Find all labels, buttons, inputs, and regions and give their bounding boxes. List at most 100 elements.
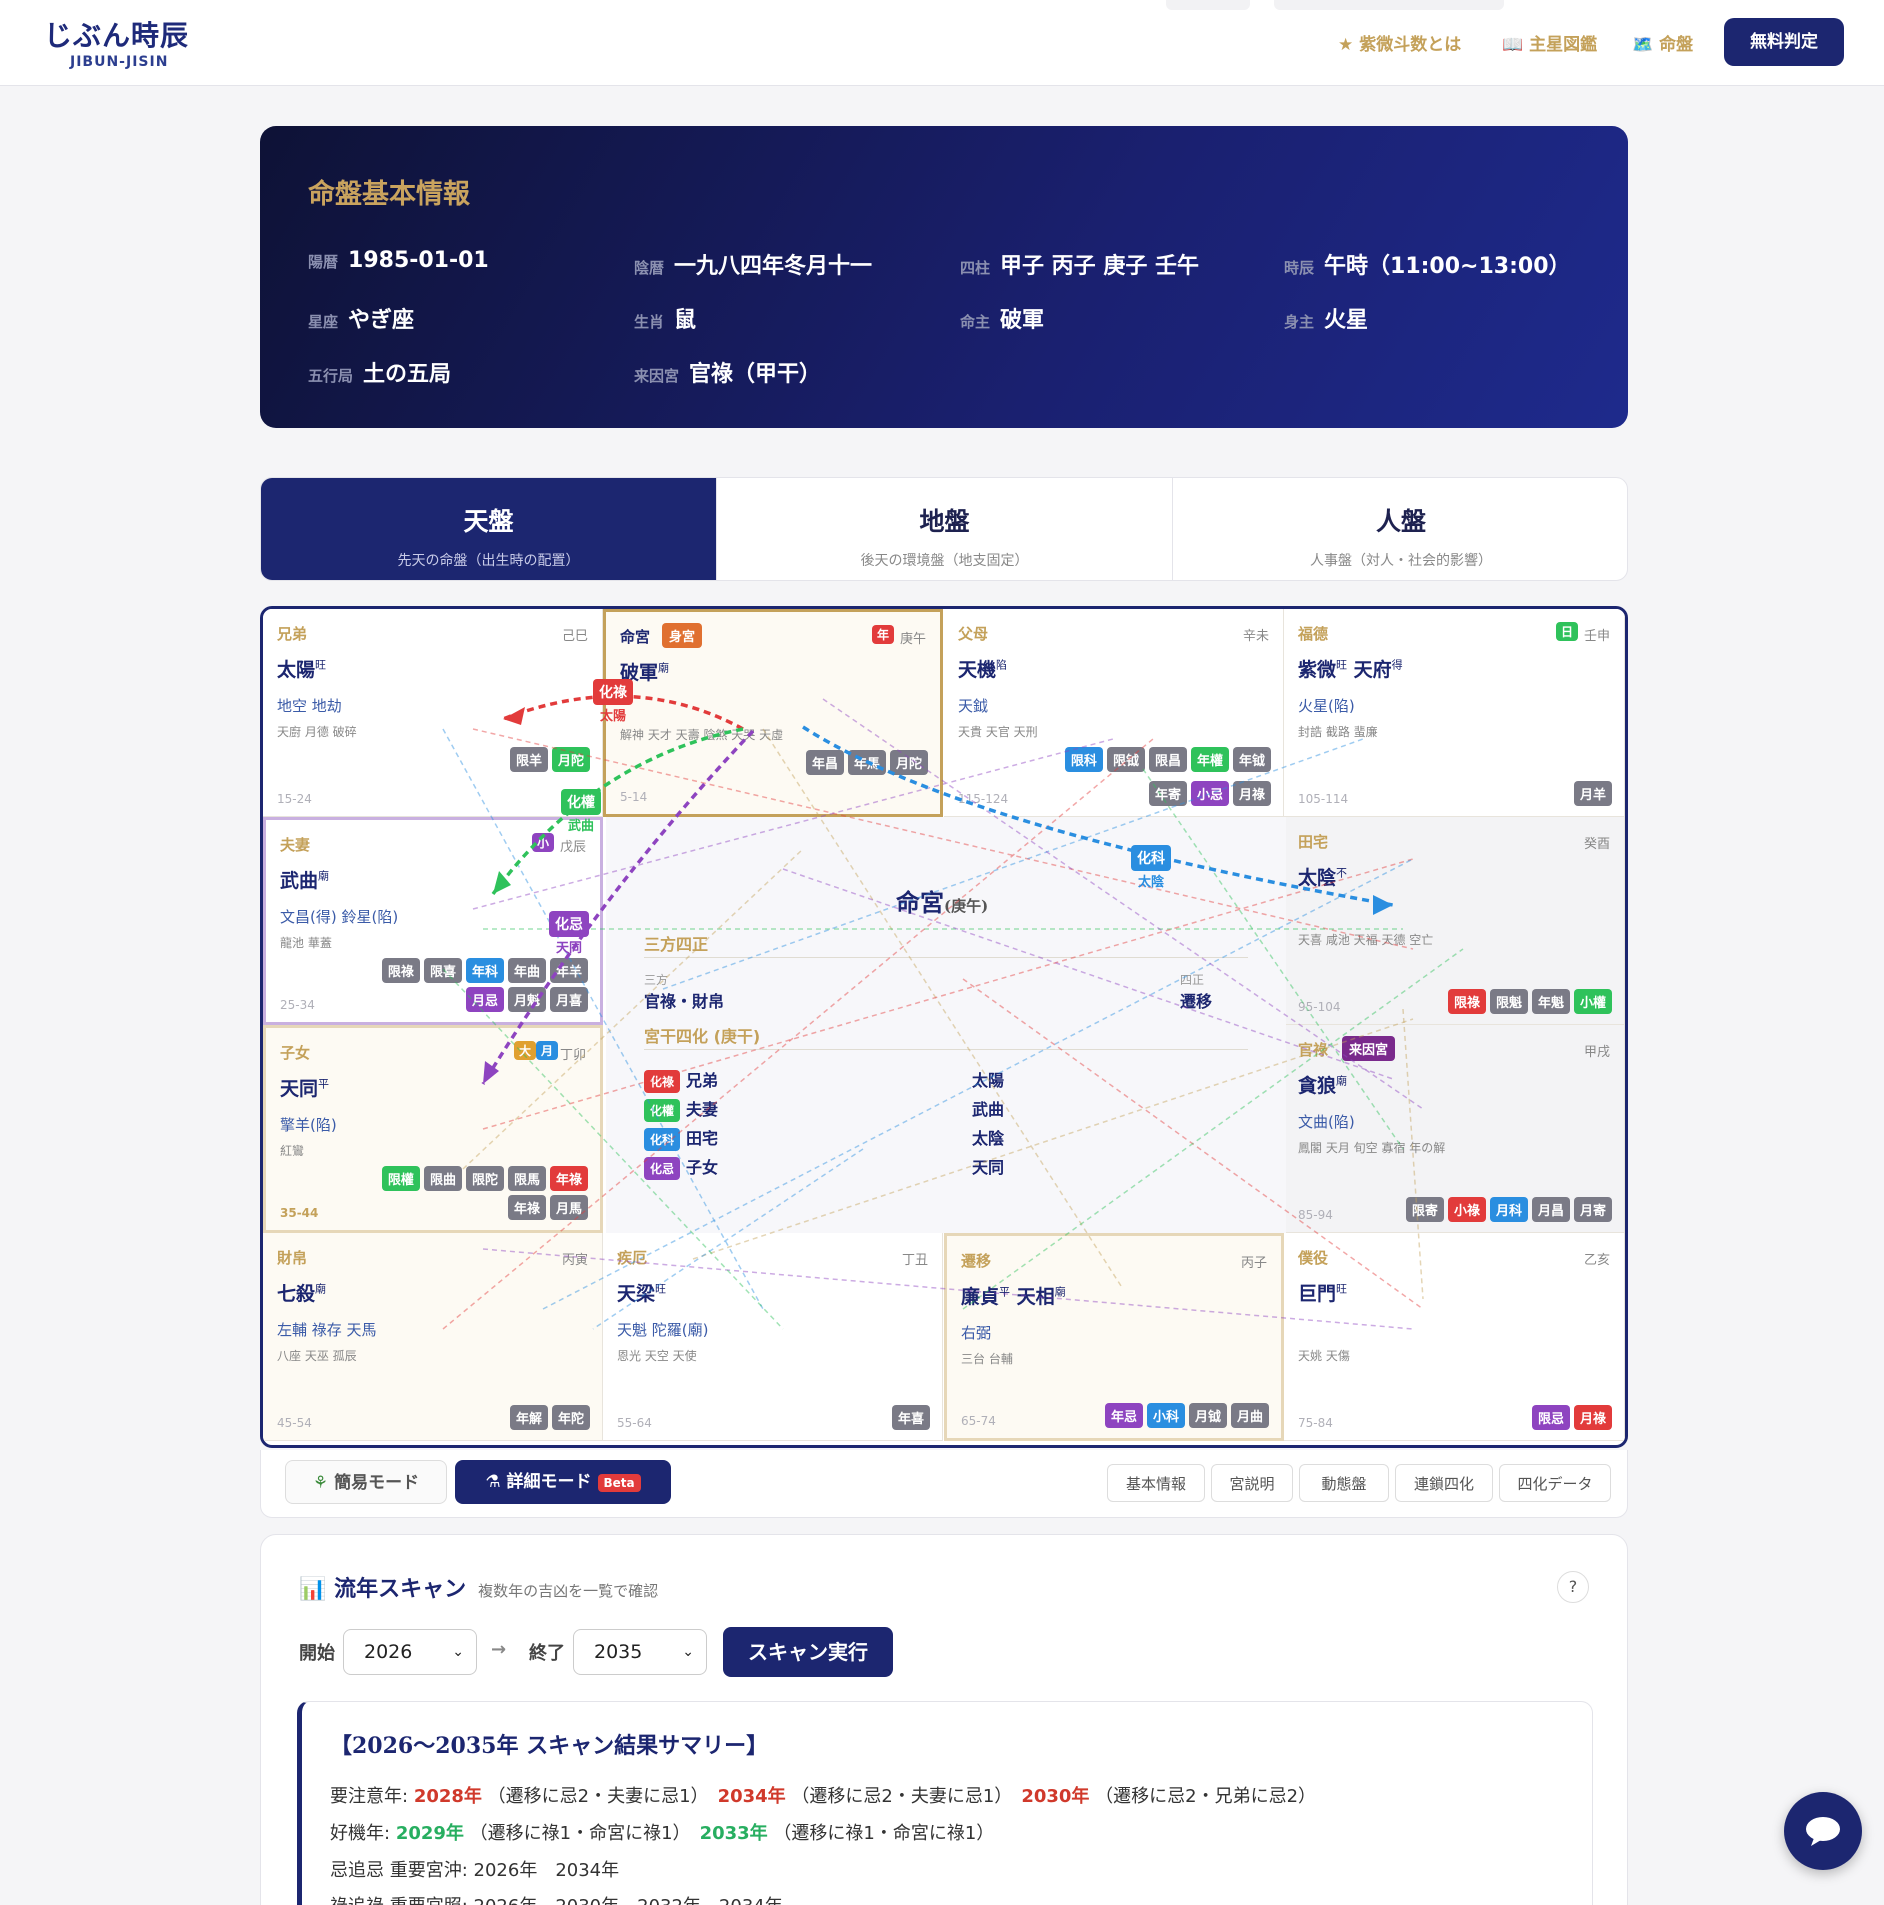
chevron-down-icon: ⌄ <box>682 1644 694 1660</box>
nav-star-guide[interactable]: 📖 主星図鑑 <box>1502 30 1603 55</box>
sihua-entry: 化祿 兄弟 <box>644 1067 718 1093</box>
section-palace-desc[interactable]: 宮説明 <box>1211 1464 1293 1502</box>
help-button[interactable]: ? <box>1557 1571 1589 1603</box>
palace-11[interactable]: 遷移 丙子 廉貞平 天相廟 右弼 三台 台輔 65-74 年忌 小科 月钺 月曲 <box>944 1233 1284 1441</box>
palace-3[interactable]: 父母 辛未 天機陷 天鉞 天貴 天官 天刑 115-124 限科 限钺 限昌 年權 年钺 年寄 小忌 月祿 <box>944 609 1284 817</box>
transform-tag: 月祿 <box>1573 1405 1612 1430</box>
corner-badge: 月 <box>535 1041 558 1060</box>
palace-name: 僕役 <box>1298 1249 1329 1267</box>
tag-row: 年解 年陀 <box>506 1405 590 1430</box>
divider <box>644 957 1248 958</box>
palace-12[interactable]: 僕役 乙亥 巨門旺 天姚 天傷 75-84 限忌 月祿 <box>1284 1233 1625 1441</box>
transform-tag: 年祿 <box>507 1195 546 1220</box>
tab-tenban[interactable]: 天盤 先天の命盤（出生時の配置） <box>261 478 717 580</box>
nav-chart[interactable]: 🗺️ 命盤 <box>1632 30 1699 55</box>
minor-stars: 右弼 <box>961 1324 992 1342</box>
transform-tag: 限陀 <box>465 1166 504 1191</box>
transform-tag: 小祿 <box>1447 1197 1486 1222</box>
section-dynamic[interactable]: 動態盤 <box>1299 1464 1389 1502</box>
palace-8[interactable]: 官祿 来因宮 甲戌 貪狼廟 文曲(陷) 鳳閣 天月 旬空 寡宿 年の解 85-94 限寄 小祿月… <box>1284 1025 1625 1233</box>
nav-about[interactable]: ★ 紫微斗数とは <box>1338 30 1467 55</box>
ganzhi: 己巳 <box>561 629 588 644</box>
palace-10[interactable]: 疾厄 丁丑 天梁旺 天魁 陀羅(廟) 恩光 天空 天使 55-64 年喜 <box>603 1233 943 1441</box>
run-scan-button[interactable]: スキャン実行 <box>723 1627 893 1677</box>
misc-stars: 八座 天巫 孤辰 <box>277 1349 357 1363</box>
chat-button[interactable] <box>1784 1792 1862 1870</box>
info-field: 来因宮 官祿（甲干） <box>634 362 822 387</box>
major-stars: 天梁旺 <box>617 1282 667 1305</box>
palace-9[interactable]: 財帛 丙寅 七殺廟 左輔 祿存 天馬 八座 天巫 孤辰 45-54 年解 年陀 <box>263 1233 603 1441</box>
sanfang-value: 三方 官祿・財帛 <box>644 973 725 1011</box>
major-stars: 太陽旺 <box>277 658 327 681</box>
ganzhi: 丙寅 <box>561 1253 588 1268</box>
ganzhi: 庚午 <box>899 632 926 647</box>
end-year-select[interactable]: 2035 ⌄ <box>573 1629 707 1675</box>
tab-chiban[interactable]: 地盤 後天の環境盤（地支固定） <box>717 478 1173 580</box>
good-years: 好機年: 2029年 （遷移に祿1・命宮に祿1） 2033年 （遷移に祿1・命宮… <box>330 1823 995 1844</box>
summary-title: 【2026〜2035年 スキャン結果サマリー】 <box>330 1733 769 1759</box>
minor-stars: 文昌(得) 鈴星(陷) <box>280 908 399 926</box>
section-sihua-data[interactable]: 四化データ <box>1499 1464 1611 1502</box>
tag-row: 限寄 小祿 月科 月昌 月寄 <box>1402 1197 1612 1222</box>
info-field: 生肖鼠 <box>634 308 697 333</box>
ganzhi: 甲戌 <box>1583 1045 1610 1060</box>
lu-chase-line: 祿追祿 重要宮照: 2026年 2030年 2032年 2034年 <box>330 1892 783 1905</box>
transform-tag: 小權 <box>1573 989 1612 1014</box>
palace-7[interactable]: 子女 大月丁卯 天同平 擎羊(陷) 紅鸞 35-44 限權 限曲 限陀 限馬 年祿 年祿 月馬 <box>263 1025 603 1233</box>
palace-2[interactable]: 命宮 身宮年庚午 破軍廟 解神 天才 天壽 陰煞 天哭 天虛 5-14 年昌 年馬 月陀 <box>603 609 943 817</box>
star-icon: ★ <box>1338 35 1354 55</box>
tab-jinban[interactable]: 人盤 人事盤（対人・社会的影響） <box>1173 478 1627 580</box>
transform-tag: 月祿 <box>1232 781 1271 806</box>
section-basic-info[interactable]: 基本情報 <box>1107 1464 1205 1502</box>
arrow-label: 化祿 太陽 <box>593 679 633 724</box>
info-field: 命主 破軍 <box>960 308 1045 333</box>
scan-summary: 【2026〜2035年 スキャン結果サマリー】 要注意年: 2028年 （遷移に… <box>297 1701 1593 1905</box>
transform-tag: 年祿 <box>549 1166 588 1191</box>
palace-name: 父母 <box>958 625 989 643</box>
transform-tag: 限羊 <box>509 747 548 772</box>
book-icon: 📖 <box>1502 35 1524 55</box>
arrow-label: 化忌 天同 <box>549 911 589 956</box>
chart-icon: 📊 <box>299 1576 327 1602</box>
age-range: 65-74 <box>961 1414 996 1428</box>
tag-row: 限權 限曲 限陀 限馬 年祿 <box>378 1166 588 1191</box>
corner-badge: 大 <box>513 1041 536 1060</box>
palace-name: 命宮 <box>620 628 651 646</box>
tag-row: 限羊 月陀 <box>506 747 590 772</box>
age-range: 105-114 <box>1298 792 1349 806</box>
logo-title: じぶん時辰 <box>44 19 190 52</box>
transform-tag: 年魁 <box>1531 989 1570 1014</box>
simple-mode-button[interactable]: ⚘ 簡易モード <box>285 1460 447 1504</box>
minor-stars: 文曲(陷) <box>1298 1113 1355 1131</box>
palace-name: 財帛 <box>277 1249 308 1267</box>
ganzhi: 丙子 <box>1240 1256 1267 1271</box>
minor-stars: 天鉞 <box>958 697 989 715</box>
palace-name: 田宅 <box>1298 833 1329 851</box>
tag-row: 限祿 限喜 年科 年曲 年羊 <box>378 958 588 983</box>
transform-tag: 限祿 <box>1447 989 1486 1014</box>
palace-6[interactable]: 田宅 癸酉 太陰不 天喜 咸池 天福 天德 空亡 95-104 限祿 限魁 年魁 小權 <box>1284 817 1625 1025</box>
start-year-select[interactable]: 2026 ⌄ <box>343 1629 477 1675</box>
transform-tag: 年科 <box>465 958 504 983</box>
palace-1[interactable]: 兄弟 己巳 太陽旺 地空 地劫 天廚 月德 破碎 15-24 限羊 月陀 <box>263 609 603 817</box>
age-range: 95-104 <box>1298 1000 1341 1014</box>
free-reading-button[interactable]: 無料判定 <box>1724 18 1844 66</box>
misc-stars: 龍池 華蓋 <box>280 936 332 950</box>
transform-tag: 月寄 <box>1573 1197 1612 1222</box>
transform-tag: 限魁 <box>1489 989 1528 1014</box>
site-logo[interactable]: じぶん時辰 JIBUN-JISIN <box>44 14 189 70</box>
section-chain-sihua[interactable]: 連鎖四化 <box>1395 1464 1493 1502</box>
age-range: 75-84 <box>1298 1416 1333 1430</box>
sihua-entry: 化科 田宅 <box>644 1125 718 1151</box>
sizheng-value: 四正 遷移 <box>1180 973 1213 1011</box>
tag-row: 限科 限钺 限昌 年權 年钺 <box>1061 747 1271 772</box>
tag-row: 年寄 小忌 月祿 <box>1145 781 1271 806</box>
corner-badge: 年 <box>871 625 894 644</box>
ganzhi: 癸酉 <box>1583 837 1610 852</box>
tag-row: 月忌 月魁 月喜 <box>462 987 588 1012</box>
major-stars: 武曲廟 <box>280 869 330 892</box>
detail-mode-button[interactable]: ⚗ 詳細モード Beta <box>455 1460 671 1504</box>
divider <box>644 1049 1248 1050</box>
palace-4[interactable]: 福德 日壬申 紫微旺 天府得 火星(陷) 封誥 截路 蜚廉 105-114 月羊 <box>1284 609 1625 817</box>
header-placeholder <box>1166 0 1250 10</box>
